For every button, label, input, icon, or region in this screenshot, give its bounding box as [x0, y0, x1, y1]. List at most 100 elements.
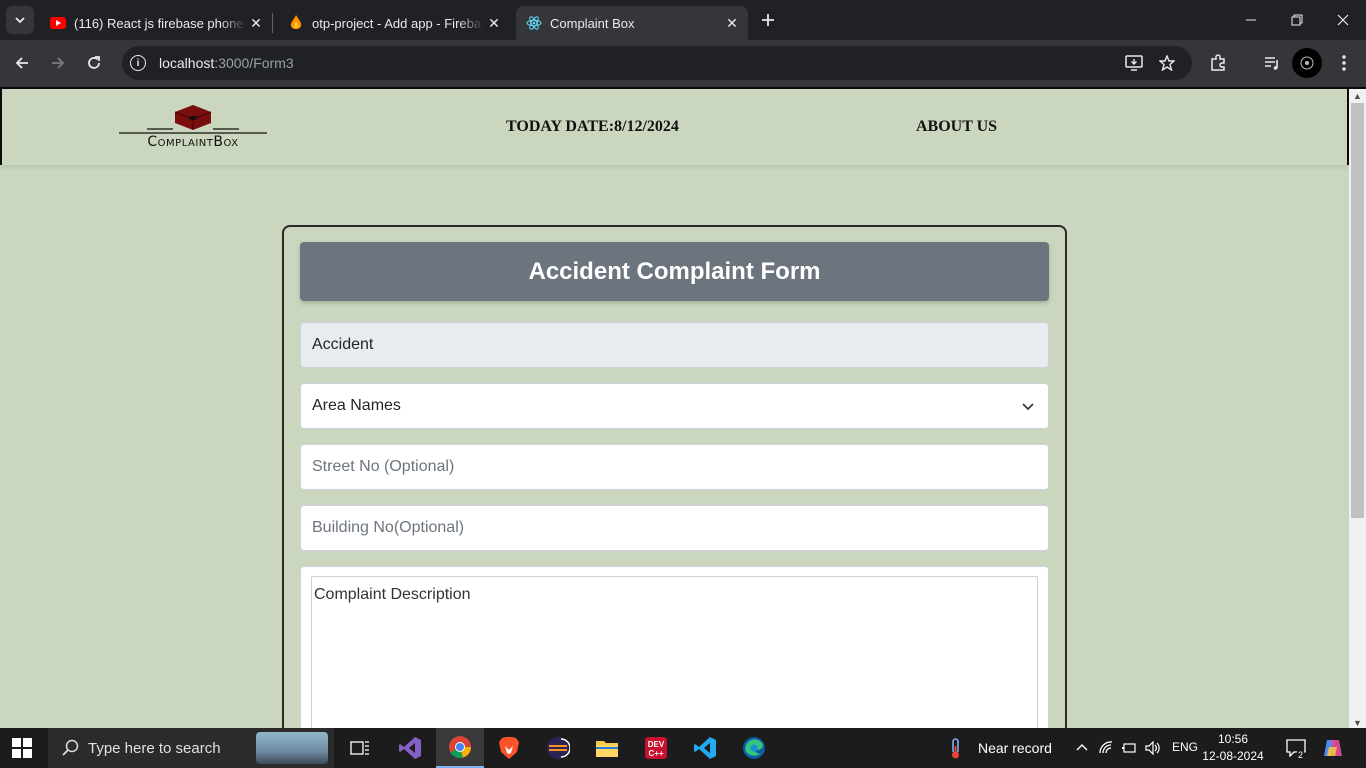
back-button[interactable]: [7, 48, 37, 78]
plus-icon: [762, 14, 774, 26]
close-tab-icon[interactable]: ✕: [484, 13, 504, 33]
chevron-down-icon: [1022, 403, 1034, 411]
close-tab-icon[interactable]: ✕: [722, 13, 742, 33]
tab-youtube[interactable]: (116) React js firebase phone au ✕: [40, 6, 272, 40]
tab-complaint-box[interactable]: Complaint Box ✕: [516, 6, 748, 40]
tab-search-button[interactable]: [6, 6, 34, 34]
logo-text: ComplaintBox: [147, 134, 239, 150]
about-us-link[interactable]: ABOUT US: [916, 118, 997, 136]
install-app-icon[interactable]: [1124, 53, 1144, 73]
minimize-window-button[interactable]: [1228, 0, 1274, 40]
taskbar-search-placeholder: Type here to search: [88, 739, 221, 757]
language-indicator[interactable]: ENG: [1172, 740, 1198, 754]
playlist-icon: [1265, 57, 1278, 70]
tab-title: (116) React js firebase phone au: [74, 15, 246, 31]
system-clock[interactable]: 10:56 12-08-2024: [1198, 731, 1268, 765]
site-info-icon[interactable]: i: [130, 55, 146, 71]
firebase-icon: [288, 15, 304, 31]
svg-text:DEV: DEV: [648, 740, 665, 749]
complaint-type-value: Accident: [312, 336, 374, 353]
edge-icon: [743, 737, 765, 759]
vscode-taskbar-app[interactable]: [681, 728, 729, 768]
arrow-left-icon: [15, 57, 28, 69]
bookmark-star-icon[interactable]: [1157, 53, 1177, 73]
brave-taskbar-app[interactable]: [485, 728, 533, 768]
brave-lion-icon: [499, 737, 519, 759]
building-no-field[interactable]: [300, 505, 1049, 551]
browser-menu-button[interactable]: [1329, 48, 1359, 78]
visual-studio-taskbar-app[interactable]: [386, 728, 434, 768]
address-bar[interactable]: i localhost:3000/Form3: [122, 46, 1192, 80]
search-icon: [62, 739, 79, 756]
street-no-input[interactable]: [312, 458, 1048, 476]
form-title: Accident Complaint Form: [300, 242, 1049, 301]
copilot-icon[interactable]: [1322, 737, 1344, 764]
more-vertical-icon: [1342, 55, 1346, 71]
area-names-select[interactable]: Area Names: [300, 383, 1049, 429]
task-view-icon: [350, 741, 369, 755]
chrome-icon: [449, 736, 471, 759]
url-host: localhost: [159, 55, 215, 71]
scroll-up-arrow-icon[interactable]: ▲: [1353, 91, 1362, 101]
scroll-down-arrow-icon[interactable]: ▼: [1353, 718, 1362, 728]
minimize-icon: [1246, 19, 1256, 21]
media-controls-button[interactable]: [1257, 48, 1287, 78]
chrome-taskbar-app[interactable]: [436, 728, 484, 768]
profile-avatar[interactable]: [1292, 48, 1322, 78]
arrow-right-icon: [52, 57, 65, 69]
clock-time: 10:56: [1217, 732, 1249, 746]
close-tab-icon[interactable]: ✕: [246, 13, 266, 33]
puzzle-icon: [1211, 54, 1225, 71]
restore-icon: [1291, 14, 1303, 26]
taskbar-search-box[interactable]: Type here to search: [48, 728, 334, 768]
task-view-button[interactable]: [336, 728, 384, 768]
windows-start-icon[interactable]: [12, 738, 32, 758]
page-scrollbar[interactable]: ▲ ▼: [1349, 89, 1366, 728]
weather-text[interactable]: Near record: [978, 740, 1052, 756]
folder-icon: [596, 741, 618, 757]
complaint-type-field[interactable]: Accident: [300, 322, 1049, 368]
logo-box-icon: [119, 105, 267, 134]
file-explorer-taskbar-app[interactable]: [583, 728, 631, 768]
clock-date: 12-08-2024: [1202, 749, 1264, 763]
youtube-icon: [50, 15, 66, 31]
restore-window-button[interactable]: [1274, 0, 1320, 40]
extensions-button[interactable]: [1203, 48, 1233, 78]
site-navbar: ComplaintBox TODAY DATE:8/12/2024 ABOUT …: [0, 89, 1349, 165]
browser-toolbar: i localhost:3000/Form3: [0, 40, 1366, 87]
chevron-down-icon: [15, 17, 25, 24]
today-date-label: TODAY DATE:8/12/2024: [506, 118, 679, 135]
devcpp-taskbar-app[interactable]: DEV C++: [632, 728, 680, 768]
eclipse-icon: [547, 737, 570, 759]
tab-title: Complaint Box: [550, 15, 635, 31]
wifi-icon[interactable]: [1099, 740, 1115, 756]
eclipse-taskbar-app[interactable]: [534, 728, 582, 768]
weather-thermometer-icon[interactable]: [948, 738, 964, 760]
edge-taskbar-app[interactable]: [730, 728, 778, 768]
complaint-form-card: Accident Complaint Form Accident Area Na…: [282, 225, 1067, 728]
browser-tab-strip: (116) React js firebase phone au ✕ otp-p…: [0, 0, 1366, 40]
building-no-input[interactable]: [312, 519, 1048, 537]
description-container: [300, 566, 1049, 728]
street-no-field[interactable]: [300, 444, 1049, 490]
new-tab-button[interactable]: [756, 8, 780, 32]
avatar-icon: [1300, 56, 1314, 70]
url-path: :3000/Form3: [214, 55, 294, 71]
notification-count-badge: 2: [1296, 750, 1306, 760]
forward-button[interactable]: [43, 48, 73, 78]
tab-firebase[interactable]: otp-project - Add app - Firebas ✕: [278, 6, 510, 40]
devcpp-icon: DEVC++: [645, 737, 667, 759]
windows-taskbar: Type here to search DEV C++ Near record E: [0, 728, 1366, 768]
url-text[interactable]: localhost:3000/Form3: [159, 55, 294, 71]
volume-icon[interactable]: [1145, 740, 1161, 756]
reload-button[interactable]: [79, 48, 109, 78]
close-window-button[interactable]: [1320, 0, 1366, 40]
complaint-description-textarea[interactable]: [311, 576, 1038, 728]
complaintbox-logo[interactable]: ComplaintBox: [117, 103, 269, 151]
page-viewport: ComplaintBox TODAY DATE:8/12/2024 ABOUT …: [0, 87, 1366, 728]
tab-title: otp-project - Add app - Firebas: [312, 15, 484, 31]
scrollbar-thumb[interactable]: [1351, 103, 1364, 518]
visual-studio-icon: [399, 737, 421, 759]
chevron-up-icon[interactable]: [1074, 740, 1090, 756]
battery-icon[interactable]: [1122, 740, 1138, 756]
